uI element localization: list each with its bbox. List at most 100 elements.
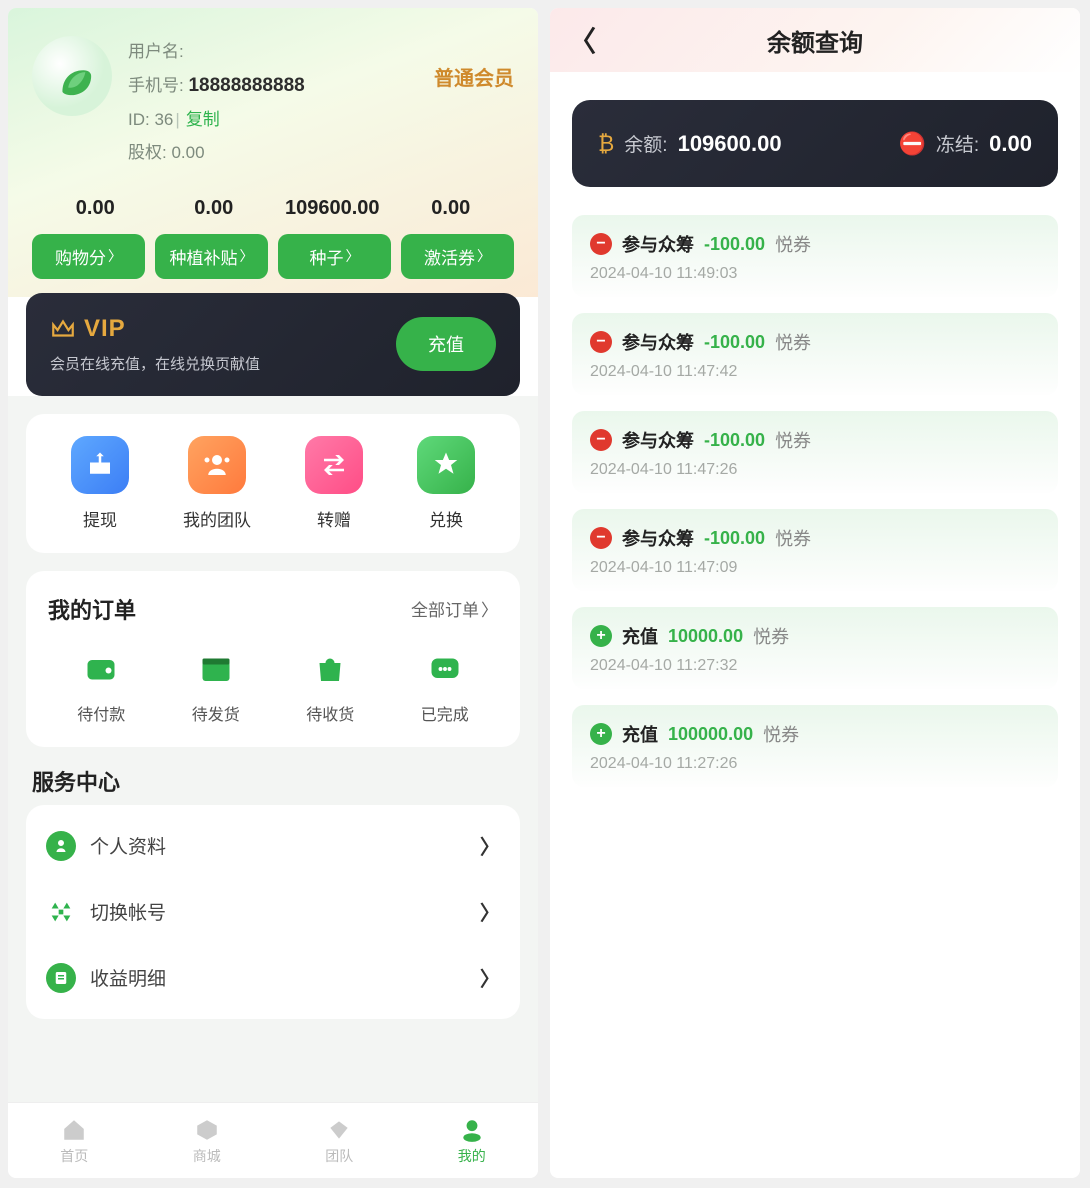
service-center-title: 服务中心 — [26, 765, 520, 805]
profile-screen: 用户名: 手机号: 18888888888 ID: 36|复制 股权: 0.00… — [8, 8, 538, 1178]
all-orders-link[interactable]: 全部订单〉 — [411, 596, 498, 621]
txn-amount: 10000.00 — [668, 626, 743, 647]
txn-timestamp: 2024-04-10 11:47:09 — [590, 559, 1040, 577]
minus-icon: − — [590, 527, 612, 549]
activation-coupon-button[interactable]: 激活券〉 — [401, 234, 514, 279]
chevron-right-icon: 〉 — [346, 246, 360, 266]
transfer-button[interactable]: 转赠 — [305, 436, 363, 531]
equity-value: 0.00 — [171, 143, 204, 162]
orders-title: 我的订单 — [48, 593, 136, 625]
back-button[interactable]: 〈 — [568, 20, 596, 60]
nav-mall[interactable]: 商城 — [141, 1103, 274, 1178]
minus-icon: − — [590, 233, 612, 255]
withdraw-button[interactable]: 提现 — [71, 436, 129, 531]
txn-name: 参与众筹 — [622, 231, 694, 257]
pending-receipt-button[interactable]: 待收货 — [306, 647, 354, 725]
pending-shipment-button[interactable]: 待发货 — [192, 647, 240, 725]
user-row: 用户名: 手机号: 18888888888 ID: 36|复制 股权: 0.00… — [32, 36, 514, 169]
completed-button[interactable]: 已完成 — [421, 647, 469, 725]
txn-amount: -100.00 — [704, 528, 765, 549]
seeds-button[interactable]: 种子〉 — [278, 234, 391, 279]
txn-amount: -100.00 — [704, 234, 765, 255]
pending-payment-button[interactable]: 待付款 — [77, 647, 125, 725]
equity-label: 股权: — [128, 143, 167, 162]
minus-icon: − — [590, 429, 612, 451]
vip-card: VIP 会员在线充值，在线兑换页献值 充值 — [26, 293, 520, 396]
username-label: 用户名: — [128, 42, 184, 61]
exchange-button[interactable]: 兑换 — [417, 436, 475, 531]
recycle-icon — [47, 898, 75, 926]
chevron-right-icon: 〉 — [240, 246, 254, 266]
chevron-right-icon: 〉 — [108, 246, 122, 266]
transaction-row[interactable]: +充值10000.00悦券2024-04-10 11:27:32 — [572, 607, 1058, 689]
avatar[interactable] — [32, 36, 112, 116]
stat-pill-row: 购物分〉 种植补贴〉 种子〉 激活券〉 — [32, 234, 514, 297]
team-icon — [202, 450, 232, 480]
chat-icon — [427, 651, 463, 687]
chevron-right-icon: 〉 — [481, 596, 498, 621]
service-center-card: 个人资料〉 切换帐号〉 收益明细〉 — [26, 805, 520, 1019]
chevron-right-icon: 〉 — [477, 246, 491, 266]
nav-home[interactable]: 首页 — [8, 1103, 141, 1178]
member-level-badge: 普通会员 — [434, 36, 514, 91]
phone-number: 18888888888 — [188, 75, 304, 96]
person-icon — [52, 837, 70, 855]
frozen-value: 0.00 — [989, 131, 1032, 157]
orders-card: 我的订单 全部订单〉 待付款 待发货 待收货 已完成 — [26, 571, 520, 747]
txn-name: 参与众筹 — [622, 525, 694, 551]
earnings-detail-row[interactable]: 收益明细〉 — [46, 945, 500, 1011]
stats-row: 0.00 0.00 109600.00 0.00 — [32, 197, 514, 220]
profile-icon — [459, 1117, 485, 1143]
switch-account-row[interactable]: 切换帐号〉 — [46, 879, 500, 945]
home-icon — [61, 1117, 87, 1143]
chevron-right-icon: 〉 — [480, 831, 500, 860]
stat-value: 0.00 — [392, 197, 511, 220]
list-icon — [52, 969, 70, 987]
transaction-row[interactable]: −参与众筹-100.00悦券2024-04-10 11:47:09 — [572, 509, 1058, 591]
txn-unit: 悦券 — [775, 427, 811, 453]
balance-screen: 〈 余额查询 ₿ 余额: 109600.00 ⛔ 冻结: 0.00 −参与众筹-… — [550, 8, 1080, 1178]
copy-id-button[interactable]: 复制 — [186, 110, 220, 129]
frozen-label: 冻结: — [936, 130, 979, 157]
txn-amount: 100000.00 — [668, 724, 753, 745]
stat-value: 0.00 — [36, 197, 155, 220]
txn-name: 充值 — [622, 623, 658, 649]
profile-header-area: 用户名: 手机号: 18888888888 ID: 36|复制 股权: 0.00… — [8, 8, 538, 297]
crown-icon — [50, 316, 76, 342]
transaction-row[interactable]: −参与众筹-100.00悦券2024-04-10 11:49:03 — [572, 215, 1058, 297]
minus-icon: − — [590, 331, 612, 353]
mall-icon — [194, 1117, 220, 1143]
my-team-button[interactable]: 我的团队 — [183, 436, 251, 531]
nav-team[interactable]: 团队 — [273, 1103, 406, 1178]
txn-name: 参与众筹 — [622, 329, 694, 355]
txn-amount: -100.00 — [704, 430, 765, 451]
profile-info-row[interactable]: 个人资料〉 — [46, 813, 500, 879]
withdraw-icon — [85, 450, 115, 480]
user-info: 用户名: 手机号: 18888888888 ID: 36|复制 股权: 0.00 — [128, 36, 418, 169]
quick-actions-card: 提现 我的团队 转赠 兑换 — [26, 414, 520, 553]
content-area: 提现 我的团队 转赠 兑换 我的订单 全部订单〉 待付款 待发货 待收货 已完成… — [8, 396, 538, 1102]
avatar-icon — [49, 53, 95, 99]
txn-timestamp: 2024-04-10 11:47:42 — [590, 363, 1040, 381]
balance-card: ₿ 余额: 109600.00 ⛔ 冻结: 0.00 — [572, 100, 1058, 187]
balance-value: 109600.00 — [678, 131, 782, 157]
transaction-row[interactable]: −参与众筹-100.00悦券2024-04-10 11:47:26 — [572, 411, 1058, 493]
frozen-icon: ⛔ — [898, 131, 925, 157]
nav-mine[interactable]: 我的 — [406, 1103, 539, 1178]
star-icon — [431, 450, 461, 480]
recharge-button[interactable]: 充值 — [396, 317, 496, 371]
planting-subsidy-button[interactable]: 种植补贴〉 — [155, 234, 268, 279]
balance-label: 余额: — [624, 130, 667, 157]
transaction-list: −参与众筹-100.00悦券2024-04-10 11:49:03−参与众筹-1… — [550, 187, 1080, 803]
header: 〈 余额查询 — [550, 8, 1080, 72]
txn-timestamp: 2024-04-10 11:47:26 — [590, 461, 1040, 479]
transaction-row[interactable]: −参与众筹-100.00悦券2024-04-10 11:47:42 — [572, 313, 1058, 395]
stat-value: 0.00 — [155, 197, 274, 220]
txn-unit: 悦券 — [775, 231, 811, 257]
transaction-row[interactable]: +充值100000.00悦券2024-04-10 11:27:26 — [572, 705, 1058, 787]
txn-unit: 悦券 — [753, 623, 789, 649]
txn-timestamp: 2024-04-10 11:27:32 — [590, 657, 1040, 675]
coins-icon: ₿ — [598, 131, 614, 157]
shopping-points-button[interactable]: 购物分〉 — [32, 234, 145, 279]
stat-value: 109600.00 — [273, 197, 392, 220]
